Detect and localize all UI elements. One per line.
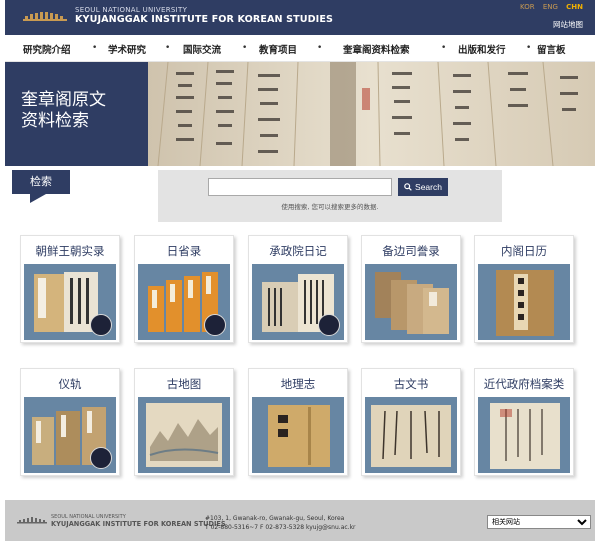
card-image <box>365 397 457 473</box>
sitemap-link[interactable]: 网站地图 <box>553 19 583 30</box>
card-image <box>478 397 570 473</box>
nav-separator: • <box>526 43 532 53</box>
footer-address: #103, 1, Gwanak-ro, Gwanak-gu, Seoul, Ko… <box>205 514 356 532</box>
page-title: 奎章阁原文 资料检索 <box>21 90 106 132</box>
card-title: 地理志 <box>280 377 316 391</box>
search-section-tab: 检索 <box>12 170 70 194</box>
logo-text-line1: SEOUL NATIONAL UNIVERSITY <box>75 6 188 14</box>
banner-title-panel: 奎章阁原文 资料检索 <box>5 62 148 166</box>
heritage-badge-icon <box>318 314 340 336</box>
top-header: SEOUL NATIONAL UNIVERSITY KYUJANGGAK INS… <box>5 0 595 35</box>
nav-item-guestbook[interactable]: 留言板 <box>537 42 566 56</box>
footer-address-line: #103, 1, Gwanak-ro, Gwanak-gu, Seoul, Ko… <box>205 515 345 522</box>
main-nav: 研究院介绍 • 学术研究 • 国际交流 • 教育项目 • 奎章阁资料检索 • 出… <box>5 35 595 62</box>
card-title: 日省录 <box>166 244 202 258</box>
site-logo[interactable]: SEOUL NATIONAL UNIVERSITY KYUJANGGAK INS… <box>23 4 333 30</box>
banner-book-image <box>148 62 595 166</box>
collection-card-seungjeongwon[interactable]: 承政院日记 <box>248 235 348 343</box>
collection-card-joseon-annals[interactable]: 朝鲜王朝实录 <box>20 235 120 343</box>
card-title: 内阁日历 <box>501 244 547 258</box>
collection-card-old-documents[interactable]: 古文书 <box>361 368 461 476</box>
heritage-badge-icon <box>90 314 112 336</box>
page-banner: 奎章阁原文 资料检索 <box>5 62 595 166</box>
card-image <box>138 397 230 473</box>
search-button-label: Search <box>415 182 442 192</box>
search-input[interactable] <box>208 178 392 196</box>
card-title: 近代政府档案类 <box>483 377 565 391</box>
nav-item-publications[interactable]: 出版和发行 <box>458 42 506 56</box>
lang-eng[interactable]: ENG <box>543 3 558 11</box>
card-image <box>365 264 457 340</box>
logo-text-line2: KYUJANGGAK INSTITUTE FOR KOREAN STUDIES <box>75 14 334 25</box>
collection-card-uigwe[interactable]: 仪轨 <box>20 368 120 476</box>
search-icon <box>404 183 412 191</box>
card-title: 古地图 <box>166 377 202 391</box>
nav-item-research[interactable]: 学术研究 <box>108 42 146 56</box>
collection-card-geography[interactable]: 地理志 <box>248 368 348 476</box>
card-image <box>252 264 344 340</box>
collection-card-bibyeonsa[interactable]: 备边司誊录 <box>361 235 461 343</box>
heritage-badge-icon <box>90 447 112 469</box>
search-hint: 使用搜索, 您可以搜索更多的数据. <box>281 203 379 211</box>
nav-separator: • <box>92 43 98 53</box>
card-title: 备边司誊录 <box>382 244 440 258</box>
logo-mark-icon <box>23 12 67 21</box>
card-image <box>24 397 116 473</box>
collection-card-ilseongnok[interactable]: 日省录 <box>134 235 234 343</box>
nav-item-about[interactable]: 研究院介绍 <box>23 42 71 56</box>
search-panel: Search 使用搜索, 您可以搜索更多的数据. <box>158 170 502 222</box>
lang-chn[interactable]: CHN <box>566 3 583 11</box>
card-title: 古文书 <box>393 377 429 391</box>
search-button[interactable]: Search <box>398 178 448 196</box>
card-image <box>252 397 344 473</box>
related-sites-select[interactable]: 相关网站 <box>487 515 591 529</box>
page-title-line2: 资料检索 <box>21 111 89 131</box>
language-switcher: KOR ENG CHN <box>514 3 583 11</box>
nav-item-archive-search[interactable]: 奎章阁资料检索 <box>343 42 410 56</box>
nav-separator: • <box>317 43 323 53</box>
footer-logo: SEOUL NATIONAL UNIVERSITY KYUJANGGAK INS… <box>17 513 226 529</box>
card-image <box>478 264 570 340</box>
page-title-line1: 奎章阁原文 <box>21 90 106 110</box>
nav-item-education[interactable]: 教育项目 <box>259 42 297 56</box>
card-title: 承政院日记 <box>269 244 327 258</box>
page-footer: SEOUL NATIONAL UNIVERSITY KYUJANGGAK INS… <box>5 500 595 541</box>
footer-logo-mark-icon <box>17 517 47 524</box>
heritage-badge-icon <box>204 314 226 336</box>
card-image <box>24 264 116 340</box>
footer-contact-line: T 02-880-5316~7 F 02-873-5328 kyujg@snu.… <box>205 524 356 531</box>
nav-item-international[interactable]: 国际交流 <box>183 42 221 56</box>
collection-card-old-maps[interactable]: 古地图 <box>134 368 234 476</box>
search-tab-pointer <box>30 194 46 203</box>
collection-card-modern-archives[interactable]: 近代政府档案类 <box>474 368 574 476</box>
nav-separator: • <box>165 43 171 53</box>
lang-kor[interactable]: KOR <box>520 3 535 11</box>
footer-logo-line2: KYUJANGGAK INSTITUTE FOR KOREAN STUDIES <box>51 520 226 528</box>
nav-separator: • <box>242 43 248 53</box>
card-image <box>138 264 230 340</box>
card-title: 仪轨 <box>58 377 82 391</box>
nav-separator: • <box>441 43 447 53</box>
collection-card-naegak-illyeok[interactable]: 内阁日历 <box>474 235 574 343</box>
card-title: 朝鲜王朝实录 <box>35 244 105 258</box>
